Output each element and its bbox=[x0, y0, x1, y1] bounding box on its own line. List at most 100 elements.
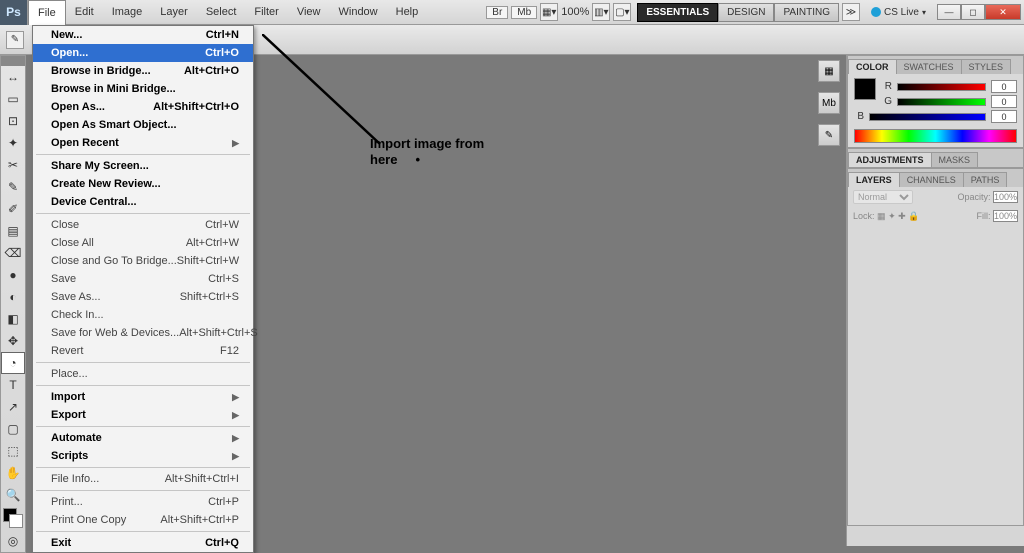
filemenu-close-and-go-to-bridge[interactable]: Close and Go To Bridge...Shift+Ctrl+W bbox=[33, 252, 253, 270]
menu-file[interactable]: File bbox=[28, 0, 66, 25]
workspace-painting[interactable]: PAINTING bbox=[774, 3, 838, 22]
slider-b[interactable] bbox=[869, 113, 986, 121]
tool-1[interactable]: ▭ bbox=[1, 88, 25, 110]
tool-3[interactable]: ✦ bbox=[1, 132, 25, 154]
tab-styles[interactable]: STYLES bbox=[961, 59, 1012, 74]
tool-2[interactable]: ⊡ bbox=[1, 110, 25, 132]
value-g[interactable]: 0 bbox=[991, 95, 1017, 108]
tool-17[interactable]: ⬚ bbox=[1, 440, 25, 462]
filemenu-browse-in-bridge[interactable]: Browse in Bridge...Alt+Ctrl+O bbox=[33, 62, 253, 80]
tool-16[interactable]: ▢ bbox=[1, 418, 25, 440]
menu-help[interactable]: Help bbox=[387, 0, 428, 25]
filemenu-print[interactable]: Print...Ctrl+P bbox=[33, 493, 253, 511]
filemenu-print-one-copy[interactable]: Print One CopyAlt+Shift+Ctrl+P bbox=[33, 511, 253, 529]
filemenu-open-recent[interactable]: Open Recent▶ bbox=[33, 134, 253, 152]
toolbox-grip[interactable] bbox=[1, 56, 25, 66]
screenmode2-icon[interactable]: ▢▾ bbox=[613, 3, 631, 21]
tab-swatches[interactable]: SWATCHES bbox=[896, 59, 962, 74]
tool-9[interactable]: ● bbox=[1, 264, 25, 286]
minibridge-icon[interactable]: Mb bbox=[818, 92, 840, 114]
btn-mb[interactable]: Mb bbox=[511, 6, 537, 19]
filemenu-open-as-smart-object[interactable]: Open As Smart Object... bbox=[33, 116, 253, 134]
tab-paths[interactable]: PATHS bbox=[963, 172, 1008, 187]
filemenu-open-as[interactable]: Open As...Alt+Shift+Ctrl+O bbox=[33, 98, 253, 116]
background-swatch[interactable] bbox=[9, 514, 23, 528]
opacity-value[interactable]: 100% bbox=[993, 191, 1018, 203]
filemenu-import[interactable]: Import▶ bbox=[33, 388, 253, 406]
tool-15[interactable]: ↗ bbox=[1, 396, 25, 418]
menu-window[interactable]: Window bbox=[330, 0, 387, 25]
quickmask-icon[interactable]: ◎ bbox=[1, 530, 25, 552]
workspace-design[interactable]: DESIGN bbox=[718, 3, 774, 22]
cslive-button[interactable]: CS Live▾ bbox=[871, 7, 926, 18]
filemenu-save[interactable]: SaveCtrl+S bbox=[33, 270, 253, 288]
tool-0[interactable]: ↔ bbox=[1, 66, 25, 88]
btn-br[interactable]: Br bbox=[486, 6, 508, 19]
filemenu-export[interactable]: Export▶ bbox=[33, 406, 253, 424]
fill-value[interactable]: 100% bbox=[993, 210, 1018, 222]
blend-mode-select[interactable]: Normal bbox=[853, 190, 913, 204]
filemenu-save-for-web-devices[interactable]: Save for Web & Devices...Alt+Shift+Ctrl+… bbox=[33, 324, 253, 342]
filemenu-save-as[interactable]: Save As...Shift+Ctrl+S bbox=[33, 288, 253, 306]
tool-18[interactable]: ✋ bbox=[1, 462, 25, 484]
history-icon[interactable]: ▦ bbox=[818, 60, 840, 82]
brush-icon[interactable]: ✎ bbox=[818, 124, 840, 146]
lock-all-icon[interactable]: ▦ bbox=[877, 211, 886, 221]
tool-4[interactable]: ✂ bbox=[1, 154, 25, 176]
workspace-more-icon[interactable]: ≫ bbox=[842, 3, 860, 21]
close-button[interactable]: ✕ bbox=[985, 4, 1021, 20]
tool-14[interactable]: T bbox=[1, 374, 25, 396]
screen-mode-icon[interactable]: ▦▾ bbox=[540, 3, 558, 21]
lock-icon[interactable]: 🔒 bbox=[908, 211, 919, 221]
spectrum-bar[interactable] bbox=[854, 129, 1017, 143]
menu-image[interactable]: Image bbox=[103, 0, 152, 25]
filemenu-close-all[interactable]: Close AllAlt+Ctrl+W bbox=[33, 234, 253, 252]
tool-10[interactable]: ◐ bbox=[1, 286, 25, 308]
tab-color[interactable]: COLOR bbox=[848, 59, 897, 74]
menu-filter[interactable]: Filter bbox=[245, 0, 287, 25]
filemenu-browse-in-mini-bridge[interactable]: Browse in Mini Bridge... bbox=[33, 80, 253, 98]
tab-layers[interactable]: LAYERS bbox=[848, 172, 900, 187]
filemenu-close[interactable]: CloseCtrl+W bbox=[33, 216, 253, 234]
value-b[interactable]: 0 bbox=[991, 110, 1017, 123]
filemenu-exit[interactable]: ExitCtrl+Q bbox=[33, 534, 253, 552]
filemenu-check-in[interactable]: Check In... bbox=[33, 306, 253, 324]
minimize-button[interactable]: — bbox=[937, 4, 961, 20]
current-color-swatch[interactable] bbox=[854, 78, 876, 100]
tool-7[interactable]: ▤ bbox=[1, 220, 25, 242]
tab-masks[interactable]: MASKS bbox=[931, 152, 979, 167]
zoom-readout[interactable]: 100% bbox=[561, 6, 589, 18]
layers-list[interactable] bbox=[848, 225, 1023, 525]
color-swatch[interactable] bbox=[1, 506, 25, 530]
filemenu-file-info[interactable]: File Info...Alt+Shift+Ctrl+I bbox=[33, 470, 253, 488]
menu-view[interactable]: View bbox=[288, 0, 330, 25]
tool-13[interactable]: ◔ bbox=[1, 352, 25, 374]
value-r[interactable]: 0 bbox=[991, 80, 1017, 93]
tab-channels[interactable]: CHANNELS bbox=[899, 172, 964, 187]
lock-pos-icon[interactable]: ✦ bbox=[888, 211, 896, 221]
tool-5[interactable]: ✎ bbox=[1, 176, 25, 198]
tool-12[interactable]: ✥ bbox=[1, 330, 25, 352]
filemenu-place[interactable]: Place... bbox=[33, 365, 253, 383]
arrange-icon[interactable]: ▥▾ bbox=[592, 3, 610, 21]
filemenu-share-my-screen[interactable]: Share My Screen... bbox=[33, 157, 253, 175]
menu-edit[interactable]: Edit bbox=[66, 0, 103, 25]
slider-g[interactable] bbox=[897, 98, 986, 106]
filemenu-device-central[interactable]: Device Central... bbox=[33, 193, 253, 211]
filemenu-revert[interactable]: RevertF12 bbox=[33, 342, 253, 360]
slider-r[interactable] bbox=[897, 83, 986, 91]
filemenu-open[interactable]: Open...Ctrl+O bbox=[33, 44, 253, 62]
tool-6[interactable]: ✐ bbox=[1, 198, 25, 220]
tool-19[interactable]: 🔍 bbox=[1, 484, 25, 506]
maximize-button[interactable]: ◻ bbox=[961, 4, 985, 20]
filemenu-create-new-review[interactable]: Create New Review... bbox=[33, 175, 253, 193]
lock-px-icon[interactable]: ✚ bbox=[898, 211, 906, 221]
menu-layer[interactable]: Layer bbox=[151, 0, 197, 25]
menu-select[interactable]: Select bbox=[197, 0, 246, 25]
filemenu-scripts[interactable]: Scripts▶ bbox=[33, 447, 253, 465]
filemenu-automate[interactable]: Automate▶ bbox=[33, 429, 253, 447]
filemenu-new[interactable]: New...Ctrl+N bbox=[33, 26, 253, 44]
tool-8[interactable]: ⌫ bbox=[1, 242, 25, 264]
tool-preset-icon[interactable]: ✎ bbox=[6, 31, 24, 49]
workspace-essentials[interactable]: ESSENTIALS bbox=[637, 3, 718, 22]
